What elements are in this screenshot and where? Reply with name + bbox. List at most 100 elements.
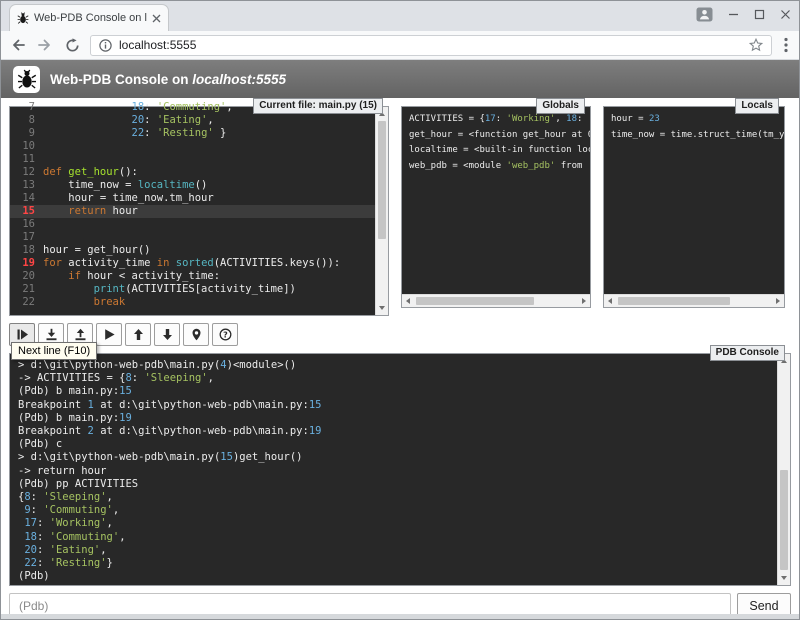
text-line: (Pdb) b main.py:19	[18, 412, 769, 425]
line-number[interactable]: 8	[10, 114, 43, 127]
tab-favicon-bug-icon	[17, 12, 29, 24]
token: > d:\git\python-web-pdb\main.py(	[18, 451, 220, 463]
token: :	[496, 114, 507, 124]
line-number[interactable]: 7	[10, 101, 43, 114]
line-number[interactable]: 12	[10, 166, 43, 179]
line-number[interactable]: 11	[10, 153, 43, 166]
scroll-left-icon[interactable]	[608, 298, 612, 304]
window-bottom-edge	[1, 614, 799, 619]
token: ,	[107, 491, 113, 503]
text-line: Breakpoint 1 at d:\git\python-web-pdb\ma…	[18, 399, 769, 412]
back-icon[interactable]	[9, 37, 27, 53]
globals-horizontal-scrollbar[interactable]	[402, 294, 590, 307]
code-text: 20: 'Eating',	[43, 114, 214, 127]
text-line: 20: 'Eating',	[18, 544, 769, 557]
forward-icon[interactable]	[36, 37, 54, 53]
up-button[interactable]	[125, 323, 151, 346]
code-line: 17	[10, 231, 375, 244]
token: > d:\git\python-web-pdb\main.py(	[18, 359, 220, 371]
token: 19	[309, 425, 322, 437]
token: 23	[649, 114, 660, 124]
info-icon[interactable]	[99, 39, 112, 52]
code-line: 22 break	[10, 296, 375, 309]
token: 18	[24, 531, 37, 543]
line-number[interactable]: 13	[10, 179, 43, 192]
current-file-label: Current file: main.py (15)	[253, 98, 383, 114]
token: 'Eating'	[50, 544, 101, 556]
text-line: localtime = <built-in function localtime…	[409, 143, 583, 159]
address-bar[interactable]: localhost:5555	[90, 35, 772, 56]
token: 'Eating'	[157, 114, 208, 126]
token: :	[144, 114, 157, 126]
window-controls	[696, 7, 791, 22]
token: :	[31, 491, 44, 503]
line-number[interactable]: 20	[10, 270, 43, 283]
token: :	[144, 101, 157, 113]
code-vertical-scrollbar[interactable]	[375, 107, 388, 315]
token: )<module>()	[227, 359, 297, 371]
text-line: > d:\git\python-web-pdb\main.py(4)<modul…	[18, 359, 769, 372]
continue-button[interactable]	[96, 323, 122, 346]
tooltip-next-line: Next line (F10)	[11, 342, 97, 360]
browser-tab[interactable]: Web-PDB Console on lo	[9, 4, 169, 31]
token: at d:\git\python-web-pdb\main.py:	[94, 425, 309, 437]
browser-navbar: localhost:5555	[1, 31, 799, 60]
scrollbar-thumb[interactable]	[618, 297, 730, 305]
browser-menu-icon[interactable]	[781, 37, 791, 53]
maximize-button[interactable]	[754, 9, 765, 20]
token: :	[37, 531, 50, 543]
line-number[interactable]: 14	[10, 192, 43, 205]
scroll-right-icon[interactable]	[582, 298, 586, 304]
code-text: 18: 'Commuting',	[43, 101, 233, 114]
scrollbar-thumb[interactable]	[416, 297, 534, 305]
scroll-down-icon[interactable]	[379, 306, 385, 310]
breakpoint-line-number[interactable]: 15	[10, 205, 43, 218]
url-text[interactable]: localhost:5555	[119, 38, 742, 52]
tab-close-icon[interactable]	[152, 14, 161, 23]
scroll-left-icon[interactable]	[406, 298, 410, 304]
token: 'web_pdb'	[507, 161, 556, 171]
code-line: 8 20: 'Eating',	[10, 114, 375, 127]
token: (Pdb) pp ACTIVITIES	[18, 478, 138, 490]
scroll-down-icon[interactable]	[781, 576, 787, 580]
down-icon	[161, 328, 174, 341]
code-text: for activity_time in sorted(ACTIVITIES.k…	[43, 257, 340, 270]
where-button[interactable]	[183, 323, 209, 346]
minimize-button[interactable]	[728, 9, 739, 20]
line-number[interactable]: 9	[10, 127, 43, 140]
line-number[interactable]: 18	[10, 244, 43, 257]
token: ,	[208, 372, 214, 384]
line-number[interactable]: 16	[10, 218, 43, 231]
help-button[interactable]: ?	[212, 323, 238, 346]
profile-icon[interactable]	[696, 7, 713, 22]
line-number[interactable]: 17	[10, 231, 43, 244]
code-text: time_now = localtime()	[43, 179, 207, 192]
scroll-right-icon[interactable]	[776, 298, 780, 304]
line-number[interactable]: 10	[10, 140, 43, 153]
up-icon	[132, 328, 145, 341]
locals-horizontal-scrollbar[interactable]	[604, 294, 784, 307]
token: 17	[24, 517, 37, 529]
scrollbar-thumb[interactable]	[378, 121, 386, 239]
breakpoint-line-number[interactable]: 19	[10, 257, 43, 270]
step-out-icon	[74, 328, 87, 341]
console-vertical-scrollbar[interactable]	[777, 354, 790, 585]
close-button[interactable]	[780, 9, 791, 20]
scrollbar-thumb[interactable]	[780, 470, 788, 570]
token: 22	[132, 127, 145, 139]
line-number[interactable]: 22	[10, 296, 43, 309]
token: 'Commuting'	[43, 504, 113, 516]
code-line: 10	[10, 140, 375, 153]
reload-icon[interactable]	[63, 38, 81, 53]
bookmark-star-icon[interactable]	[749, 38, 763, 52]
text-line: web_pdb = <module 'web_pdb' from 'd:\git…	[409, 159, 583, 175]
line-number[interactable]: 21	[10, 283, 43, 296]
token: (Pdb)	[18, 570, 50, 582]
continue-icon	[103, 328, 116, 341]
down-button[interactable]	[154, 323, 180, 346]
text-line: (Pdb) b main.py:15	[18, 385, 769, 398]
text-line: ACTIVITIES = {17: 'Working', 18: 'Commut…	[409, 112, 583, 128]
token: ACTIVITIES = {	[409, 114, 485, 124]
token: }	[107, 557, 113, 569]
token: 'Working'	[50, 517, 107, 529]
